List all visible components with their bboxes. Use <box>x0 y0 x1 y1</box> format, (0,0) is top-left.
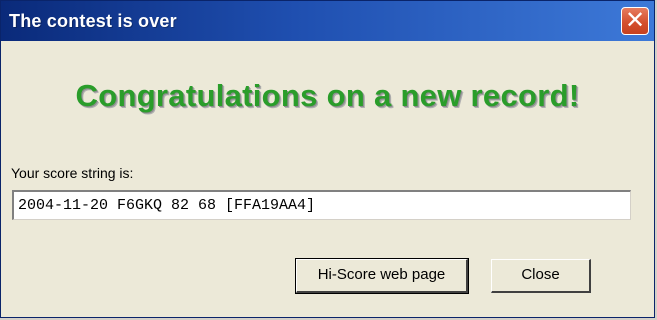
score-string-field[interactable] <box>12 190 631 220</box>
close-icon: ✕ <box>624 6 646 34</box>
title-bar[interactable]: The contest is over ✕ <box>1 1 654 41</box>
hiscore-web-page-button[interactable]: Hi-Score web page <box>295 258 469 294</box>
score-string-label: Your score string is: <box>11 165 134 181</box>
dialog-window: The contest is over ✕ Congratulations on… <box>0 0 655 318</box>
title-close-button[interactable]: ✕ <box>621 7 649 35</box>
dialog-content: Congratulations on a new record! Your sc… <box>1 41 654 317</box>
close-button[interactable]: Close <box>491 259 591 293</box>
window-title: The contest is over <box>9 11 177 31</box>
congratulations-headline: Congratulations on a new record! <box>75 78 580 113</box>
